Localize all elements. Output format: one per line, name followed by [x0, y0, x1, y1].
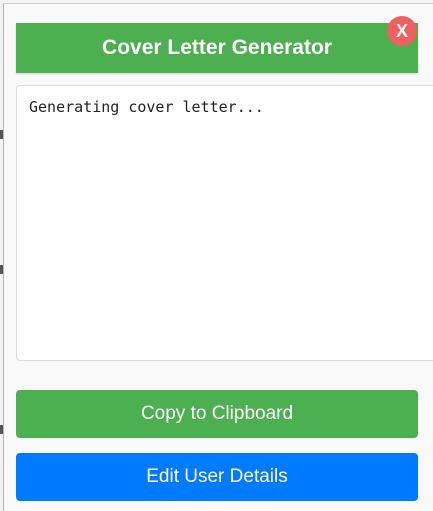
edit-user-details-button[interactable]: Edit User Details	[16, 453, 418, 501]
close-button[interactable]: X	[387, 16, 417, 46]
output-status-text: Generating cover letter...	[29, 98, 264, 116]
cover-letter-output[interactable]: Generating cover letter...	[16, 85, 433, 361]
popup-header: Cover Letter Generator	[16, 23, 418, 73]
popup-title: Cover Letter Generator	[102, 36, 332, 59]
close-icon: X	[395, 20, 408, 41]
copy-button-label: Copy to Clipboard	[140, 403, 294, 424]
edit-button-label: Edit User Details	[146, 466, 288, 487]
cover-letter-popup: Cover Letter Generator X Generating cove…	[3, 3, 433, 511]
copy-to-clipboard-button[interactable]: Copy to Clipboard	[16, 390, 418, 438]
